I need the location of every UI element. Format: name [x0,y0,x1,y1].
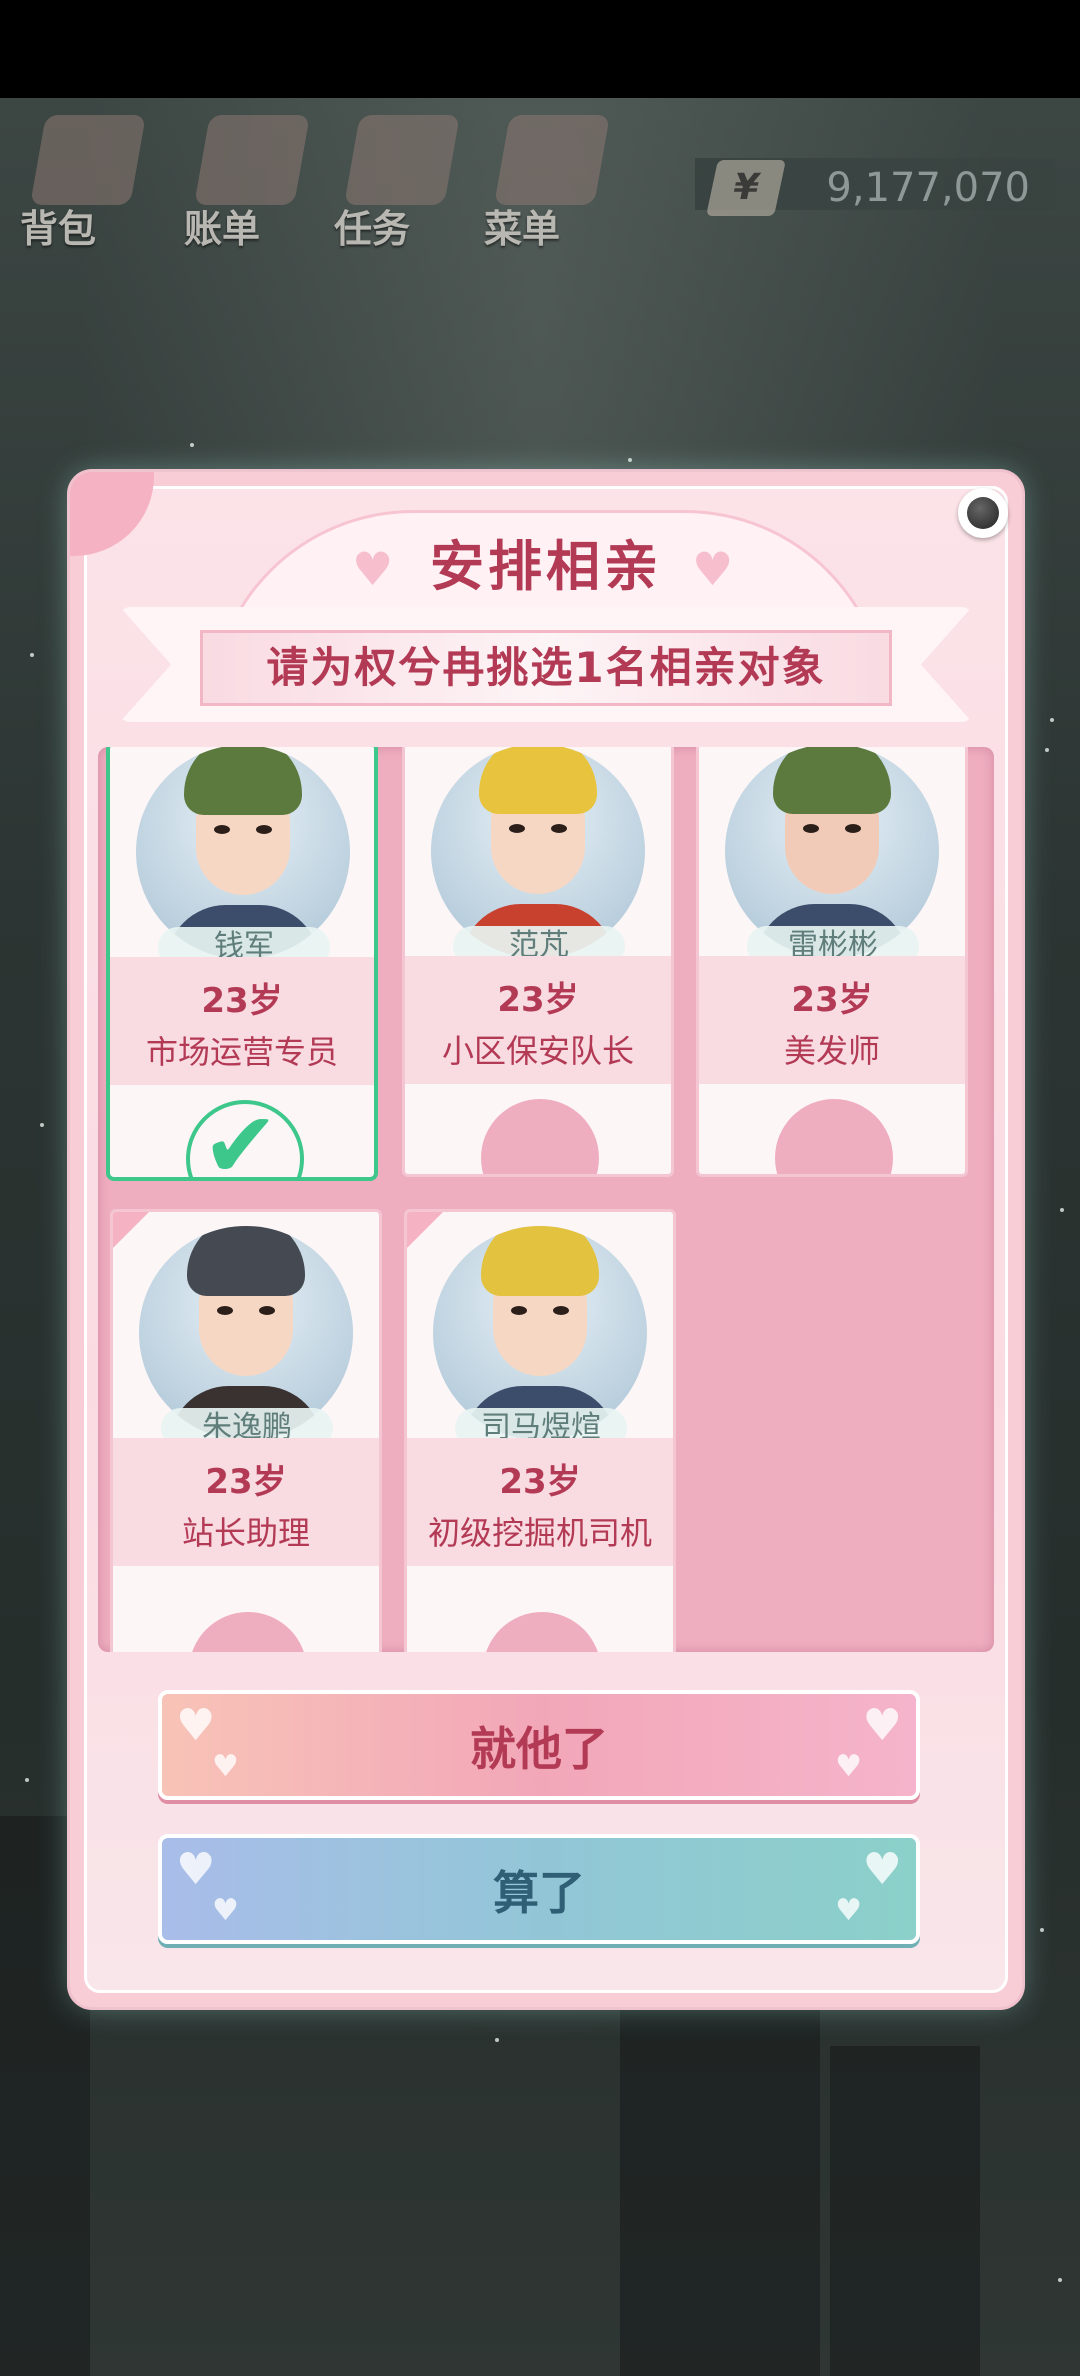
status-bar [0,0,1080,98]
candidate-job: 小区保安队长 [441,1032,634,1070]
candidate-job: 站长助理 [181,1514,310,1552]
cancel-button[interactable]: ♥ ♥ 算了 ♥ ♥ [158,1834,920,1944]
confirm-button[interactable]: ♥ ♥ 就他了 ♥ ♥ [158,1690,920,1800]
heart-icon: ♥ [692,542,734,596]
heart-icon: ♥ [835,1749,862,1784]
avatar-eye [511,1306,527,1315]
dialog-title: 安排相亲 [430,535,662,598]
candidate-age: 23岁 [201,981,283,1021]
avatar-hair [184,747,302,815]
bill-button[interactable]: 账单 [184,110,314,251]
avatar-hair [479,747,597,814]
heart-icon: ♥ [176,1844,216,1895]
avatar-eye [803,824,819,833]
avatar-eye [214,825,230,834]
candidate-job: 初级挖掘机司机 [427,1514,652,1552]
avatar-hair [773,747,891,814]
candidate-age: 23岁 [499,1462,581,1502]
candidate-card[interactable]: 雷彬彬 23岁 美发师 [696,747,968,1177]
confirm-label: 就他了 [470,1722,608,1776]
avatar-eye [259,1306,275,1315]
avatar-eye [551,824,567,833]
task-icon [344,115,460,205]
card-notch [775,1099,893,1174]
dialog-subtitle: 请为权兮冉挑选1名相亲对象 [200,630,892,706]
candidate-age: 23岁 [791,980,873,1020]
corner-fold [407,1212,443,1248]
candidate-age: 23岁 [497,980,579,1020]
menu-button[interactable]: 菜单 [484,110,614,251]
money-value: 9,177,070 [826,165,1030,211]
candidate-grid: 钱军 23岁 市场运营专员 ✔ 范芃 23岁 小区保安队长 雷彬彬 23岁 美发… [98,747,994,1652]
candidate-card[interactable]: 朱逸鹏 23岁 站长助理 [110,1209,382,1652]
backpack-icon [30,115,146,205]
candidate-card[interactable]: 钱军 23岁 市场运营专员 ✔ [106,747,378,1181]
backpack-label: 背包 [20,207,97,251]
avatar-eye [845,824,861,833]
backpack-button[interactable]: 背包 [20,110,150,251]
avatar-eye [217,1306,233,1315]
candidate-age: 23岁 [205,1462,287,1502]
corner-fold [113,1212,149,1248]
task-button[interactable]: 任务 [334,110,464,251]
candidate-card[interactable]: 范芃 23岁 小区保安队长 [402,747,674,1177]
heart-icon: ♥ [176,1700,216,1751]
avatar-hair [187,1226,305,1296]
blind-date-dialog: 安排相亲 ♥ ♥ 请为权兮冉挑选1名相亲对象 钱军 23岁 市场运营专员 ✔ 范… [70,472,1022,2007]
avatar-eye [256,825,272,834]
candidate-card[interactable]: 司马煜煊 23岁 初级挖掘机司机 [404,1209,676,1652]
bill-label: 账单 [184,207,261,251]
yen-icon: ¥ [706,160,786,216]
avatar-hair [481,1226,599,1296]
menu-icon [494,115,610,205]
cancel-label: 算了 [493,1866,585,1920]
candidate-job: 市场运营专员 [145,1033,338,1071]
heart-icon: ♥ [212,1893,239,1928]
card-notch [483,1612,601,1652]
heart-icon: ♥ [835,1893,862,1928]
avatar-eye [553,1306,569,1315]
heart-icon: ♥ [862,1700,902,1751]
heart-icon: ♥ [352,542,394,596]
card-notch [189,1612,307,1652]
avatar-eye [509,824,525,833]
candidate-job: 美发师 [783,1032,880,1070]
menu-label: 菜单 [484,207,561,251]
heart-icon: ♥ [862,1844,902,1895]
task-label: 任务 [334,207,411,251]
card-notch [481,1099,599,1174]
heart-icon: ♥ [212,1749,239,1784]
bill-icon [194,115,310,205]
check-icon: ✔ [202,1092,280,1181]
